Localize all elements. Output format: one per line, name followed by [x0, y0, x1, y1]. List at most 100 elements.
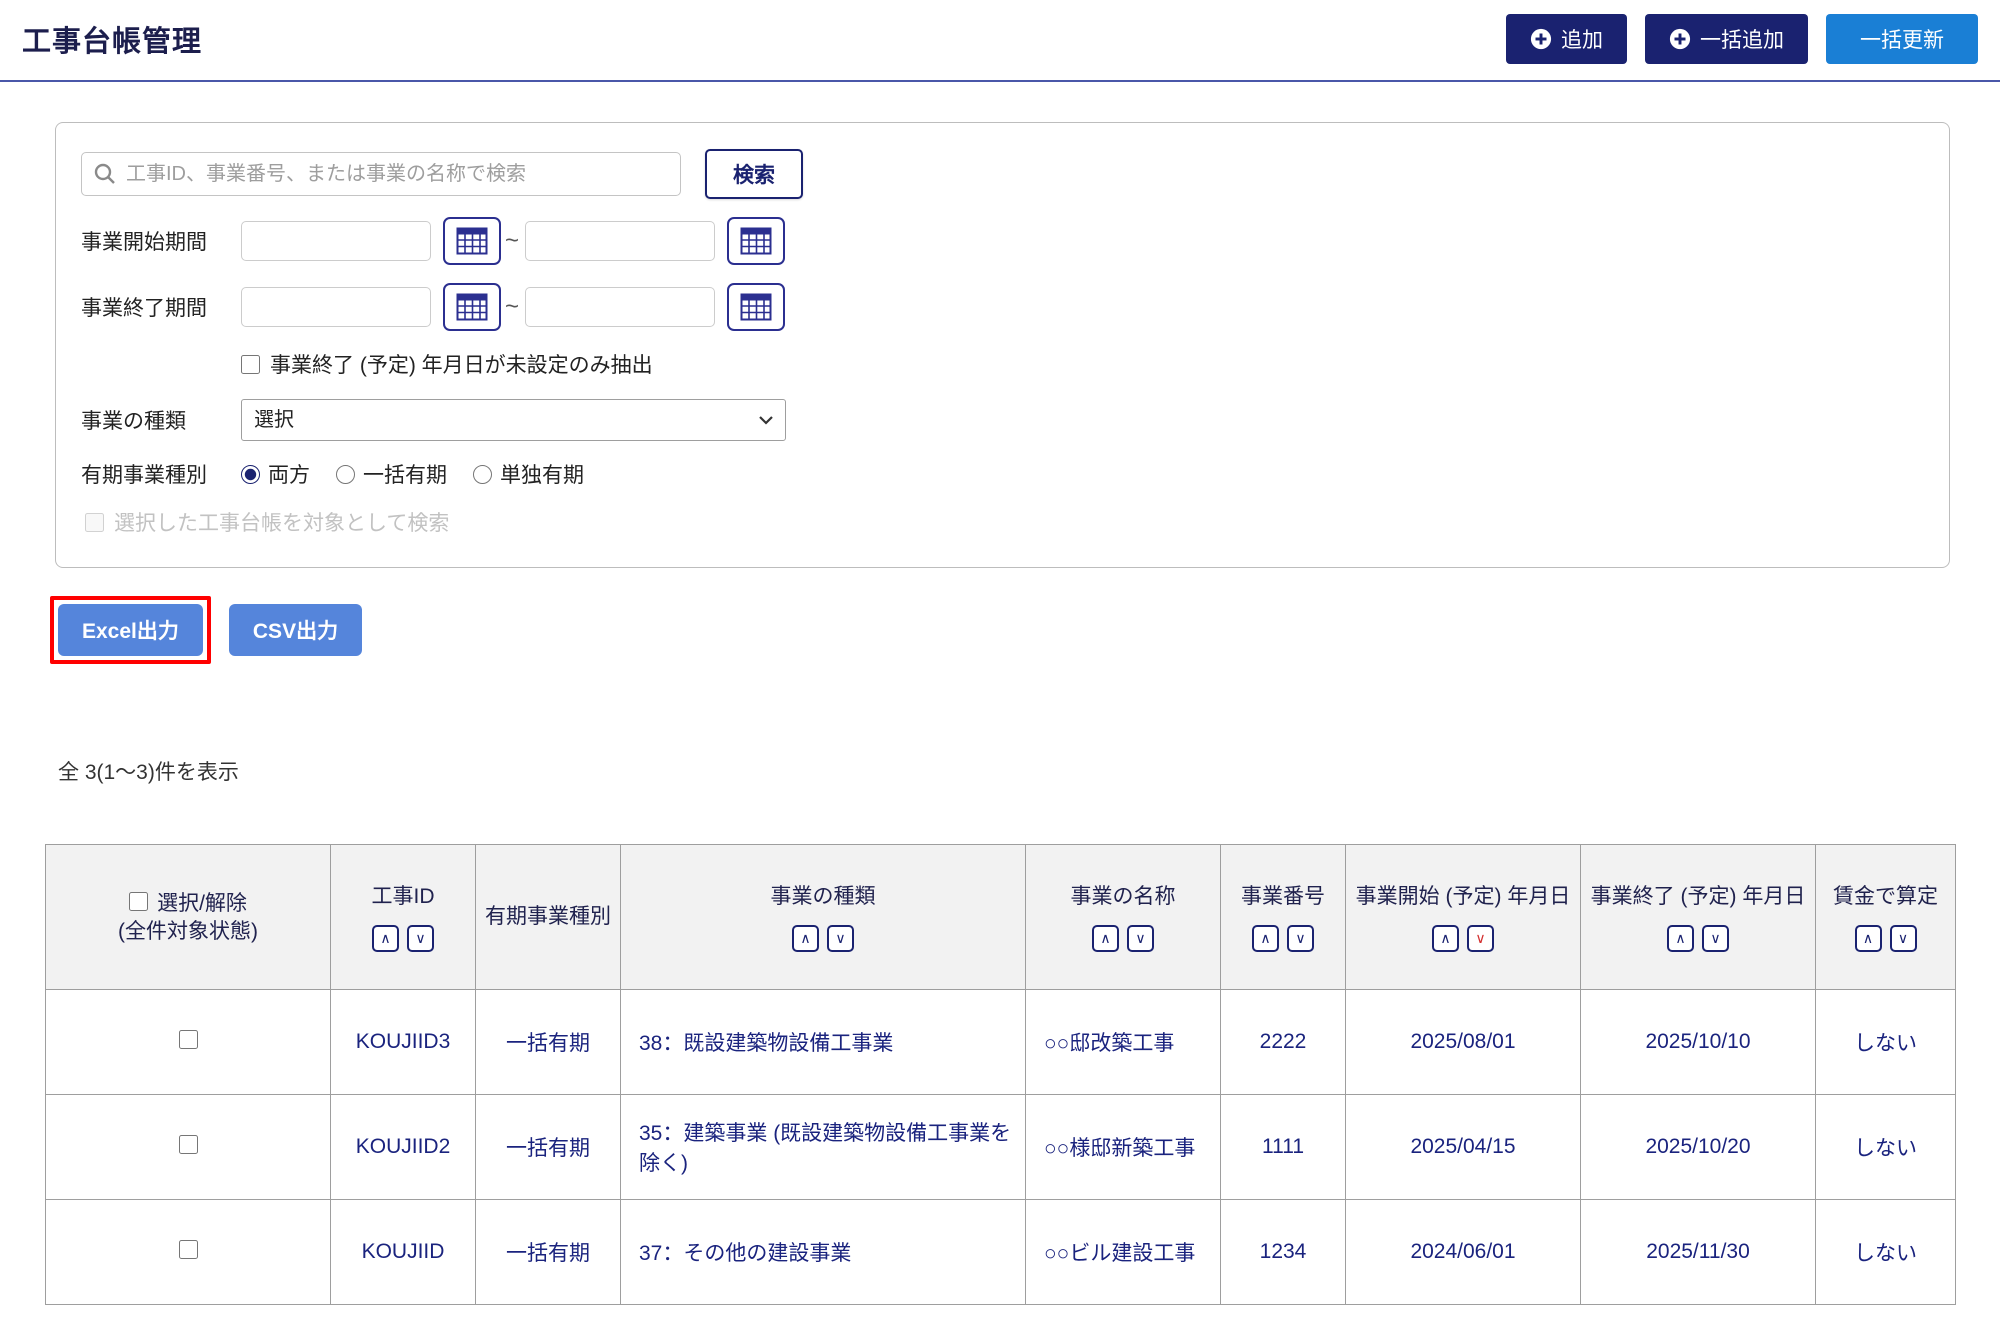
- sort-end-date: ∧ ∨: [1589, 925, 1807, 952]
- end-period-to-input[interactable]: [525, 287, 715, 327]
- calendar-icon: [740, 293, 772, 321]
- sort-wage-calc: ∧ ∨: [1824, 925, 1947, 952]
- sort-asc-icon[interactable]: ∧: [1855, 925, 1882, 952]
- end-period-from-input[interactable]: [241, 287, 431, 327]
- sort-asc-icon[interactable]: ∧: [1092, 925, 1119, 952]
- bulk-add-button[interactable]: 一括追加: [1645, 14, 1808, 64]
- start-period-label: 事業開始期間: [81, 226, 241, 256]
- col-end-date: 事業終了 (予定) 年月日 ∧ ∨: [1581, 845, 1816, 990]
- calendar-icon: [456, 293, 488, 321]
- target-selected-checkbox-label: 選択した工事台帳を対象として検索: [114, 507, 449, 537]
- cell-business-name: ○○ビル建設工事: [1026, 1200, 1221, 1305]
- select-all-label: 選択/解除: [157, 887, 247, 917]
- radio-option-batch: 一括有期: [336, 459, 447, 489]
- topbar-actions: 追加 一括追加 一括更新: [1506, 14, 1978, 64]
- sort-desc-icon[interactable]: ∨: [1127, 925, 1154, 952]
- end-period-to-calendar-button[interactable]: [727, 283, 785, 331]
- bulk-update-button-label: 一括更新: [1860, 29, 1944, 52]
- radio-option-both: 両方: [241, 459, 310, 489]
- excel-highlight-box: Excel出力: [50, 596, 211, 664]
- sort-start-date: ∧ ∨: [1354, 925, 1572, 952]
- sort-asc-icon[interactable]: ∧: [792, 925, 819, 952]
- search-panel: 検索 事業開始期間 ~: [55, 122, 1950, 568]
- table-row: KOUJIID3 一括有期 38：既設建築物設備工事業 ○○邸改築工事 2222…: [46, 990, 1956, 1095]
- sort-desc-icon[interactable]: ∨: [1287, 925, 1314, 952]
- sort-desc-icon-active[interactable]: ∨: [1467, 925, 1494, 952]
- search-button[interactable]: 検索: [705, 149, 803, 199]
- cell-start-date: 2025/04/15: [1346, 1095, 1581, 1200]
- fixed-term-single-radio[interactable]: [473, 465, 492, 484]
- start-period-to-input[interactable]: [525, 221, 715, 261]
- fixed-term-both-label: 両方: [268, 459, 310, 489]
- target-selected-row: 選択した工事台帳を対象として検索: [85, 507, 1924, 537]
- sort-asc-icon[interactable]: ∧: [1667, 925, 1694, 952]
- cell-select: [46, 1200, 331, 1305]
- add-button[interactable]: 追加: [1506, 14, 1627, 64]
- excel-export-button[interactable]: Excel出力: [58, 604, 203, 656]
- cell-business-name: ○○様邸新築工事: [1026, 1095, 1221, 1200]
- plus-circle-icon: [1669, 28, 1691, 50]
- sort-desc-icon[interactable]: ∨: [407, 925, 434, 952]
- fixed-term-batch-radio[interactable]: [336, 465, 355, 484]
- cell-fixed-term: 一括有期: [476, 1095, 621, 1200]
- end-period-from-calendar-button[interactable]: [443, 283, 501, 331]
- cell-wage-calc: しない: [1816, 1095, 1956, 1200]
- plus-circle-icon: [1530, 28, 1552, 50]
- cell-business-number: 2222: [1221, 990, 1346, 1095]
- col-select: 選択/解除 (全件対象状態): [46, 845, 331, 990]
- end-unset-checkbox[interactable]: [241, 355, 260, 374]
- cell-business-name: ○○邸改築工事: [1026, 990, 1221, 1095]
- sort-business-number: ∧ ∨: [1229, 925, 1337, 952]
- fixed-term-batch-label: 一括有期: [363, 459, 447, 489]
- export-row: Excel出力 CSV出力: [50, 596, 2000, 664]
- row-select-checkbox[interactable]: [179, 1135, 198, 1154]
- cell-koujiid: KOUJIID3: [331, 990, 476, 1095]
- keyword-search-box: [81, 152, 681, 196]
- start-period-to-calendar-button[interactable]: [727, 217, 785, 265]
- table-header-row: 選択/解除 (全件対象状態) 工事ID ∧ ∨ 有期事業種別 事業の種類 ∧ ∨: [46, 845, 1956, 990]
- sort-desc-icon[interactable]: ∨: [827, 925, 854, 952]
- business-type-label: 事業の種類: [81, 405, 241, 435]
- col-business-name: 事業の名称 ∧ ∨: [1026, 845, 1221, 990]
- cell-fixed-term: 一括有期: [476, 990, 621, 1095]
- sort-koujiid: ∧ ∨: [339, 925, 467, 952]
- end-unset-filter-row: 事業終了 (予定) 年月日が未設定のみ抽出: [241, 349, 1924, 379]
- select-all-checkbox[interactable]: [129, 892, 148, 911]
- start-period-from-calendar-button[interactable]: [443, 217, 501, 265]
- sort-desc-icon[interactable]: ∨: [1702, 925, 1729, 952]
- bulk-add-button-label: 一括追加: [1700, 24, 1784, 54]
- row-select-checkbox[interactable]: [179, 1030, 198, 1049]
- fixed-term-type-label: 有期事業種別: [81, 459, 241, 489]
- cell-business-number: 1234: [1221, 1200, 1346, 1305]
- cell-wage-calc: しない: [1816, 990, 1956, 1095]
- kouji-table: 選択/解除 (全件対象状態) 工事ID ∧ ∨ 有期事業種別 事業の種類 ∧ ∨: [45, 844, 1956, 1305]
- sort-business-name: ∧ ∨: [1034, 925, 1212, 952]
- col-business-number: 事業番号 ∧ ∨: [1221, 845, 1346, 990]
- row-select-checkbox[interactable]: [179, 1240, 198, 1259]
- page-title: 工事台帳管理: [22, 18, 202, 60]
- cell-select: [46, 1095, 331, 1200]
- sort-desc-icon[interactable]: ∨: [1890, 925, 1917, 952]
- range-separator: ~: [505, 227, 519, 255]
- col-wage-calc: 賃金で算定 ∧ ∨: [1816, 845, 1956, 990]
- cell-koujiid: KOUJIID2: [331, 1095, 476, 1200]
- calendar-icon: [456, 227, 488, 255]
- sort-asc-icon[interactable]: ∧: [1252, 925, 1279, 952]
- results-summary: 全 3(1〜3)件を表示: [58, 756, 2000, 786]
- sort-asc-icon[interactable]: ∧: [372, 925, 399, 952]
- cell-end-date: 2025/11/30: [1581, 1200, 1816, 1305]
- keyword-search-input[interactable]: [81, 152, 681, 196]
- business-type-select[interactable]: 選択: [241, 399, 786, 441]
- range-separator: ~: [505, 293, 519, 321]
- start-period-from-input[interactable]: [241, 221, 431, 261]
- sort-asc-icon[interactable]: ∧: [1432, 925, 1459, 952]
- top-bar: 工事台帳管理 追加 一括追加 一括更新: [0, 0, 2000, 82]
- target-selected-checkbox: [85, 513, 104, 532]
- cell-business-type: 38：既設建築物設備工事業: [621, 990, 1026, 1095]
- csv-export-button[interactable]: CSV出力: [229, 604, 362, 656]
- fixed-term-both-radio[interactable]: [241, 465, 260, 484]
- cell-start-date: 2024/06/01: [1346, 1200, 1581, 1305]
- bulk-update-button[interactable]: 一括更新: [1826, 14, 1978, 64]
- search-icon: [93, 162, 117, 186]
- add-button-label: 追加: [1561, 24, 1603, 54]
